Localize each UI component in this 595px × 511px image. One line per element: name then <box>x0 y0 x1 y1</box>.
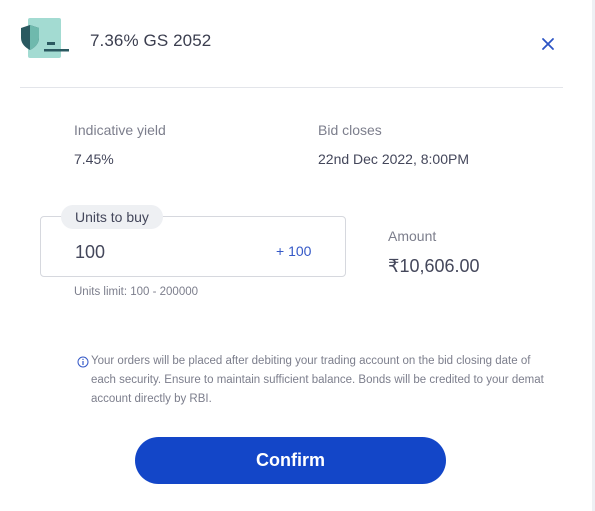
units-input[interactable] <box>75 242 255 263</box>
amount-value: ₹10,606.00 <box>388 256 480 276</box>
header-divider <box>20 87 563 88</box>
bond-title: 7.36% GS 2052 <box>90 31 212 50</box>
close-icon[interactable] <box>537 33 559 55</box>
units-to-buy-label: Units to buy <box>61 205 163 229</box>
units-limit-text: Units limit: 100 - 200000 <box>74 286 199 298</box>
shield-bond-icon <box>21 18 69 58</box>
yield-value: 7.45% <box>74 151 114 167</box>
amount-label: Amount <box>388 228 437 244</box>
bid-closes-label: Bid closes <box>318 122 382 138</box>
order-notice-text: Your orders will be placed after debitin… <box>91 355 544 405</box>
bid-closes-value: 22nd Dec 2022, 8:00PM <box>318 151 469 167</box>
yield-label: Indicative yield <box>74 122 166 138</box>
confirm-button[interactable]: Confirm <box>135 437 446 484</box>
increment-units-button[interactable]: + 100 <box>276 243 311 259</box>
info-icon <box>77 356 89 368</box>
